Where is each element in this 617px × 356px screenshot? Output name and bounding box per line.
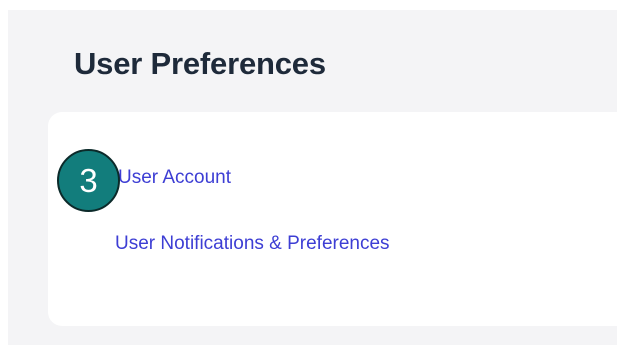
step-number-badge: 3 <box>57 149 120 212</box>
page-title: User Preferences <box>74 46 326 81</box>
user-account-link[interactable]: User Account <box>118 167 231 189</box>
preferences-card <box>48 112 617 326</box>
user-notifications-link[interactable]: User Notifications & Preferences <box>115 233 390 255</box>
